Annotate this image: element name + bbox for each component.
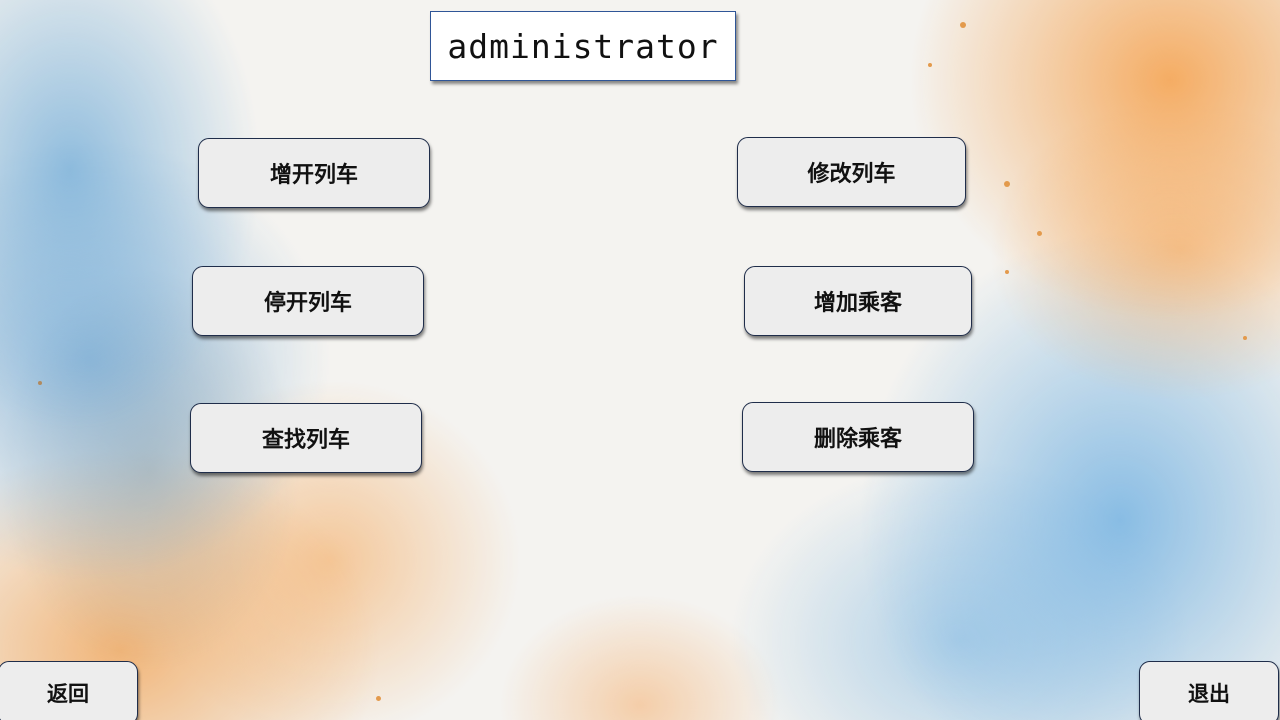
find-train-button[interactable]: 查找列车 [190, 403, 422, 473]
modify-train-button[interactable]: 修改列车 [737, 137, 966, 207]
paint-speck [1243, 336, 1247, 340]
add-passenger-button[interactable]: 增加乘客 [744, 266, 972, 336]
delete-passenger-button[interactable]: 删除乘客 [742, 402, 974, 472]
paint-speck [928, 63, 932, 67]
back-button[interactable]: 返回 [0, 661, 138, 720]
stop-train-button[interactable]: 停开列车 [192, 266, 424, 336]
paint-speck [960, 22, 966, 28]
quit-button[interactable]: 退出 [1139, 661, 1279, 720]
paint-speck [38, 381, 42, 385]
paint-speck [1004, 181, 1010, 187]
page-title: administrator [447, 26, 719, 66]
user-title-box: administrator [430, 11, 736, 81]
paint-speck [376, 696, 381, 701]
paint-speck [1037, 231, 1042, 236]
paint-speck [1005, 270, 1009, 274]
add-train-button[interactable]: 增开列车 [198, 138, 430, 208]
